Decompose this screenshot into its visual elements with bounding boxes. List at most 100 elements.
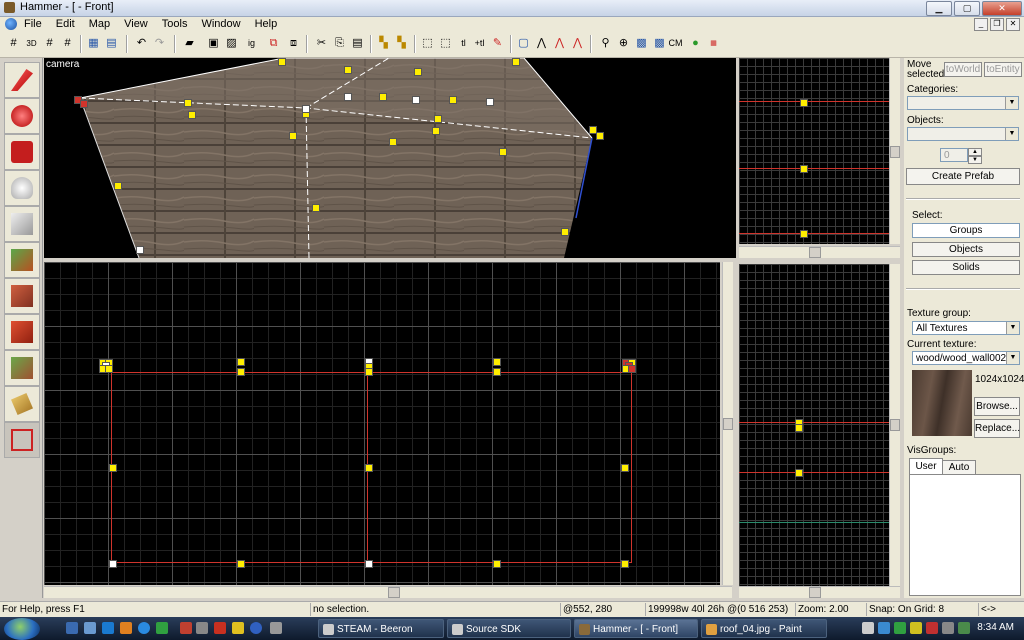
- vertex-handle[interactable]: [365, 464, 373, 472]
- minimize-button[interactable]: ▁: [926, 1, 952, 16]
- cordon-icon[interactable]: ▚: [376, 36, 391, 51]
- mdi-restore-button[interactable]: ❐: [990, 18, 1004, 31]
- current-texture-dropdown[interactable]: wood/wood_wall002 ▼: [912, 351, 1020, 365]
- texture-preview[interactable]: [912, 370, 972, 436]
- clock[interactable]: 8:34 AM: [977, 622, 1014, 633]
- quicklaunch-app-icon[interactable]: [156, 622, 168, 634]
- smaller-grid-icon[interactable]: #: [42, 36, 57, 51]
- tray-app-icon[interactable]: [926, 622, 938, 634]
- quicklaunch-app-icon[interactable]: [270, 622, 282, 634]
- cordon-edit-icon[interactable]: ▚: [394, 36, 409, 51]
- texture-lock-icon[interactable]: ⧉: [266, 36, 281, 51]
- paste-icon[interactable]: ▤: [350, 36, 365, 51]
- menu-file[interactable]: File: [24, 18, 42, 30]
- task-paint[interactable]: roof_04.jpg - Paint: [701, 619, 827, 638]
- show-helpers-icon[interactable]: ▢: [516, 36, 531, 51]
- tab-auto[interactable]: Auto: [942, 460, 976, 475]
- menu-map[interactable]: Map: [89, 18, 110, 30]
- browse-button[interactable]: Browse...: [974, 397, 1020, 416]
- side-viewport-vscroll[interactable]: [889, 58, 900, 244]
- load-window-state-icon[interactable]: ▩: [634, 36, 649, 51]
- vertex-handle[interactable]: [344, 93, 352, 101]
- task-steam[interactable]: STEAM - Beeron: [318, 619, 444, 638]
- spin-down-button[interactable]: ▼: [968, 156, 982, 164]
- tray-app-icon[interactable]: [910, 622, 922, 634]
- flip-icon[interactable]: +tl: [472, 36, 487, 51]
- select-objects-button[interactable]: Objects: [912, 242, 1020, 257]
- mdi-close-button[interactable]: ✕: [1006, 18, 1020, 31]
- save-window-state-icon[interactable]: ▩: [652, 36, 667, 51]
- select-groups-button[interactable]: Groups: [912, 223, 1020, 238]
- volume-icon[interactable]: [942, 622, 954, 634]
- grid-toggle-icon[interactable]: #: [6, 36, 21, 51]
- menu-tools[interactable]: Tools: [162, 18, 188, 30]
- vertex-handle[interactable]: [621, 464, 629, 472]
- vertex-handle[interactable]: [795, 424, 803, 432]
- ungroup-icon[interactable]: ▤: [104, 36, 119, 51]
- maximize-button[interactable]: ▢: [954, 1, 980, 16]
- corner-handle[interactable]: [596, 132, 604, 140]
- vertex-handle[interactable]: [289, 132, 297, 140]
- media-icon[interactable]: [120, 622, 132, 634]
- vertex-handle[interactable]: [621, 560, 629, 568]
- vertex-handle[interactable]: [237, 368, 245, 376]
- vertex-tool[interactable]: [4, 422, 40, 458]
- side-viewport[interactable]: [739, 58, 889, 244]
- side-viewport-hscroll[interactable]: [739, 246, 900, 258]
- hide-unselected-icon[interactable]: ▨: [224, 36, 239, 51]
- vertex-handle[interactable]: [561, 228, 569, 236]
- vertex-handle[interactable]: [302, 105, 310, 113]
- quicklaunch-app-icon[interactable]: [214, 622, 226, 634]
- vertex-handle[interactable]: [136, 246, 144, 254]
- clipping-tool[interactable]: [4, 386, 40, 422]
- start-button[interactable]: [4, 618, 40, 640]
- switch-windows-icon[interactable]: [84, 622, 96, 634]
- object-count-input[interactable]: 0: [940, 148, 968, 162]
- camera-viewport[interactable]: camera: [44, 58, 736, 258]
- front-viewport-vscroll[interactable]: [722, 262, 733, 585]
- select-solids-button[interactable]: Solids: [912, 260, 1020, 275]
- texture-application-tool[interactable]: [4, 242, 40, 278]
- vertex-handle[interactable]: [800, 165, 808, 173]
- decal-tool[interactable]: [4, 314, 40, 350]
- vertex-handle[interactable]: [344, 66, 352, 74]
- network-icon[interactable]: [958, 622, 970, 634]
- vertex-handle[interactable]: [184, 99, 192, 107]
- vertex-handle[interactable]: [795, 469, 803, 477]
- menu-view[interactable]: View: [124, 18, 148, 30]
- vertex-handle[interactable]: [109, 464, 117, 472]
- run-map-icon[interactable]: ⋀: [552, 36, 567, 51]
- vertex-handle[interactable]: [499, 148, 507, 156]
- vertex-handle[interactable]: [412, 96, 420, 104]
- selection-tool[interactable]: [4, 62, 40, 98]
- menu-help[interactable]: Help: [255, 18, 278, 30]
- show-desktop-icon[interactable]: [66, 622, 78, 634]
- quicklaunch-app-icon[interactable]: [196, 622, 208, 634]
- vertex-handle[interactable]: [434, 115, 442, 123]
- task-hammer[interactable]: Hammer - [ - Front]: [574, 619, 698, 638]
- vertex-handle[interactable]: [188, 111, 196, 119]
- larger-grid-icon[interactable]: #: [60, 36, 75, 51]
- magnify-tool[interactable]: [4, 98, 40, 134]
- entity-report-icon[interactable]: ⚲: [598, 36, 613, 51]
- corner-handle[interactable]: [80, 100, 88, 108]
- leaf-icon[interactable]: ●: [688, 36, 703, 51]
- vertex-handle[interactable]: [278, 58, 286, 66]
- vertex-handle[interactable]: [486, 98, 494, 106]
- tray-app-icon[interactable]: [878, 622, 890, 634]
- messenger-icon[interactable]: [138, 622, 150, 634]
- selection-box-icon[interactable]: ⬚: [420, 36, 435, 51]
- vertex-handle[interactable]: [312, 204, 320, 212]
- apply-texture-tool[interactable]: [4, 278, 40, 314]
- quicklaunch-app-icon[interactable]: [250, 622, 262, 634]
- tray-steam-icon[interactable]: [862, 622, 874, 634]
- tray-app-icon[interactable]: [894, 622, 906, 634]
- front-viewport[interactable]: [44, 262, 720, 585]
- menu-window[interactable]: Window: [201, 18, 240, 30]
- objects-dropdown[interactable]: ▼: [907, 127, 1019, 141]
- vertex-handle[interactable]: [493, 358, 501, 366]
- cut-icon[interactable]: ✂: [314, 36, 329, 51]
- run-icon[interactable]: ▦: [706, 36, 721, 51]
- visgroups-list[interactable]: [909, 474, 1021, 596]
- undo-icon[interactable]: ↶: [134, 36, 149, 51]
